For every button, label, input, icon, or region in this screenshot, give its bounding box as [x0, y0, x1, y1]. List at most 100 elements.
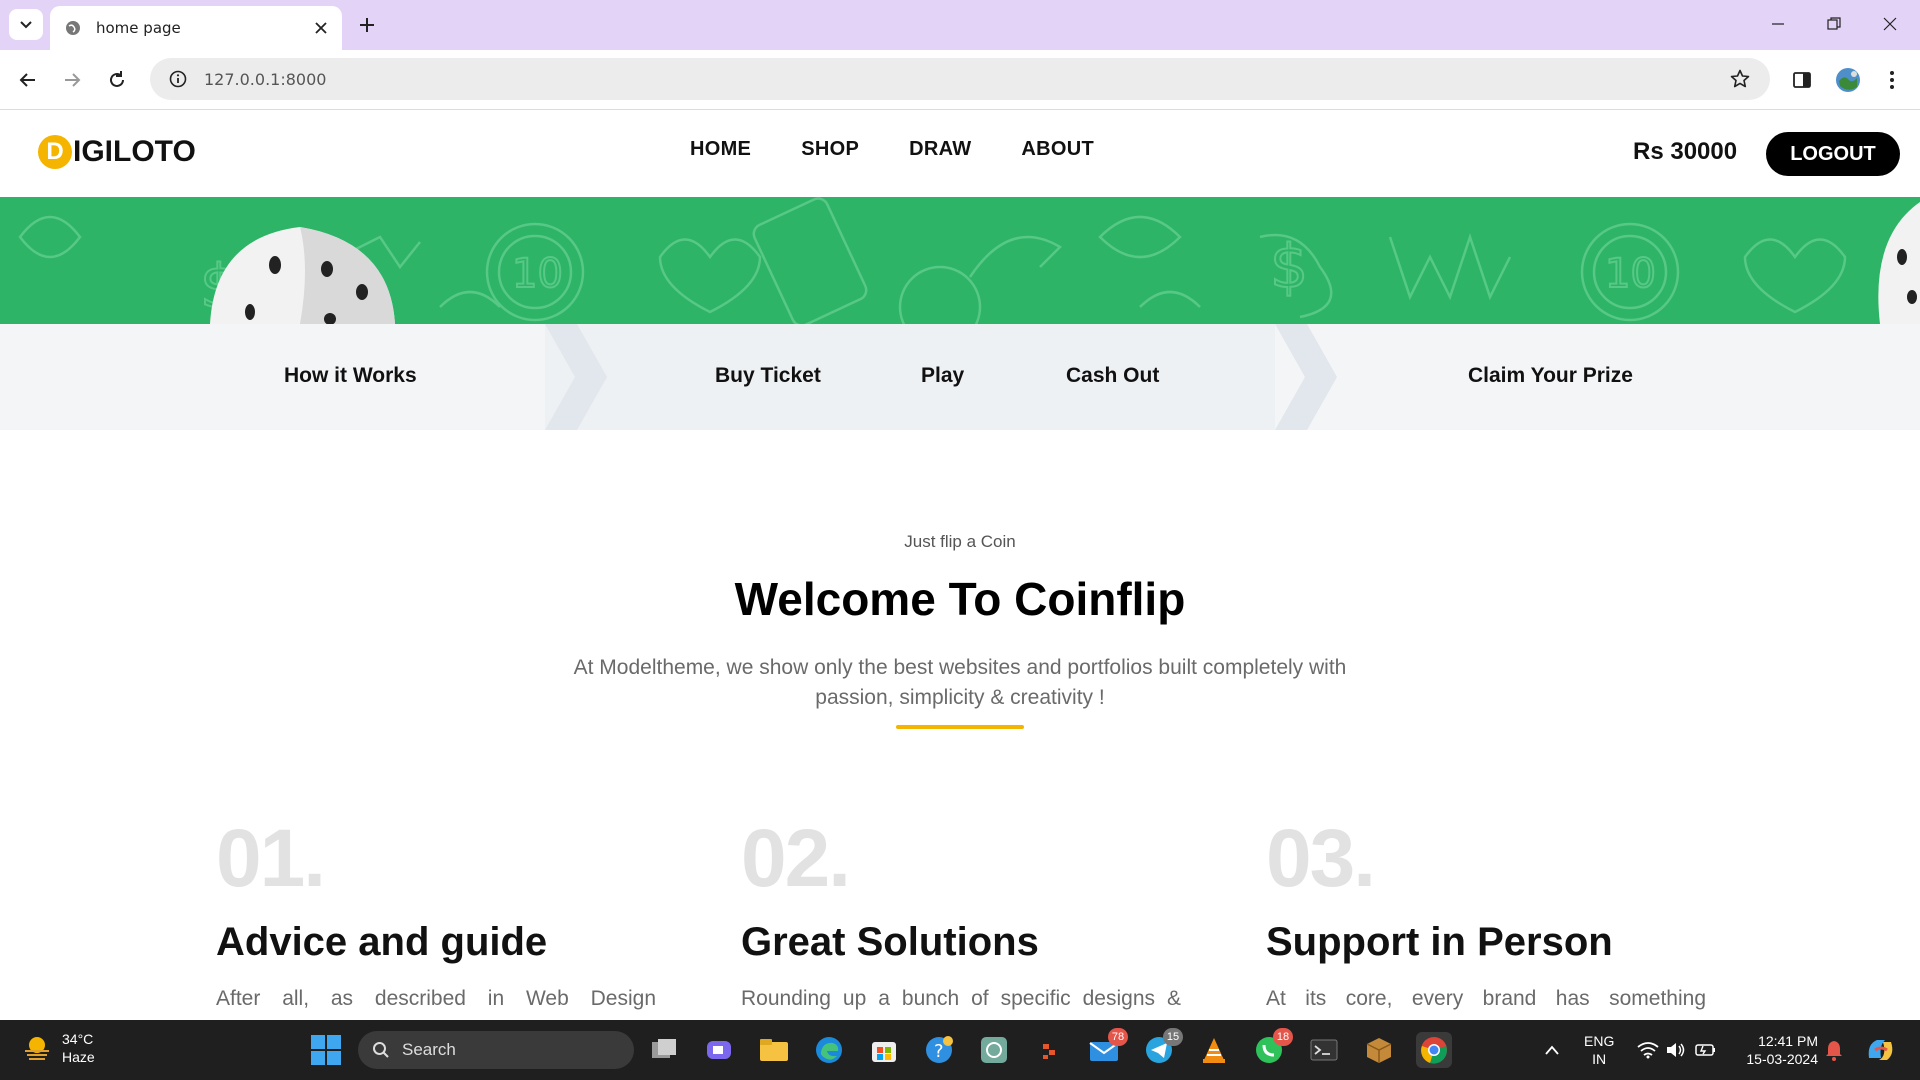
chevron-down-icon — [20, 20, 32, 28]
windows-logo-icon — [311, 1035, 341, 1065]
more-vertical-icon — [1890, 71, 1894, 89]
weather-widget[interactable]: 34°C Haze — [22, 1030, 95, 1066]
url-text[interactable]: 127.0.0.1:8000 — [204, 70, 1720, 89]
notification-bell-icon[interactable] — [1816, 1032, 1852, 1068]
clock-time: 12:41 PM — [1758, 1033, 1818, 1049]
restore-button[interactable] — [1814, 8, 1854, 40]
svg-text:$: $ — [1270, 232, 1308, 302]
microsoft-store-icon[interactable] — [866, 1032, 902, 1068]
side-panel-icon — [1793, 72, 1811, 88]
site-header: D IGILOTO HOME SHOP DRAW ABOUT Rs 30000 … — [0, 110, 1920, 197]
terminal-icon[interactable] — [1306, 1032, 1342, 1068]
telegram-icon[interactable]: 15 — [1141, 1028, 1183, 1068]
show-hidden-icons-button[interactable] — [1534, 1032, 1570, 1068]
back-button[interactable] — [12, 64, 44, 96]
restore-icon — [1827, 17, 1841, 30]
arrow-right-icon — [65, 73, 81, 87]
logo-coin: D — [38, 135, 72, 169]
copilot-icon[interactable] — [1862, 1032, 1898, 1068]
casino-pattern-illustration: 10 $ 10 $ — [18, 197, 1920, 324]
forward-button[interactable] — [56, 64, 88, 96]
minimize-button[interactable] — [1758, 8, 1798, 40]
chatgpt-icon[interactable] — [976, 1032, 1012, 1068]
dice-illustration — [210, 227, 395, 324]
avatar-icon — [1836, 68, 1860, 92]
close-icon — [1883, 17, 1897, 31]
tab-close-icon[interactable] — [308, 15, 334, 41]
reload-button[interactable] — [101, 64, 133, 96]
site-logo[interactable]: D IGILOTO — [38, 135, 196, 169]
taskbar-search[interactable]: Search — [358, 1031, 634, 1069]
nav-about[interactable]: ABOUT — [1021, 138, 1094, 161]
edge-browser-icon[interactable] — [811, 1032, 847, 1068]
page-title: Welcome To Coinflip — [734, 573, 1186, 625]
step-claim-prize: Claim Your Prize — [1468, 364, 1633, 387]
step-play: Play — [921, 364, 965, 387]
section-kicker: Just flip a Coin — [904, 532, 1016, 551]
feature-description: Rounding up a bunch of specific designs … — [741, 987, 1181, 1010]
logout-button[interactable]: LOGOUT — [1766, 132, 1900, 176]
svg-text:10: 10 — [512, 251, 563, 297]
arrow-left-icon — [19, 73, 35, 87]
mail-badge: 78 — [1108, 1028, 1128, 1046]
side-panel-button[interactable] — [1786, 64, 1818, 96]
weather-condition: Haze — [62, 1049, 95, 1065]
telegram-badge: 15 — [1163, 1028, 1183, 1046]
nav-shop[interactable]: SHOP — [801, 138, 859, 161]
feature-card: 02. Great Solutions Rounding up a bunch … — [741, 818, 1181, 1011]
nav-draw[interactable]: DRAW — [909, 138, 971, 161]
browser-toolbar: 127.0.0.1:8000 — [0, 50, 1920, 110]
task-view-icon[interactable] — [646, 1032, 682, 1068]
browser-tab-strip: home page — [0, 0, 1920, 50]
haze-sun-icon — [25, 1037, 49, 1060]
step-buy-ticket: Buy Ticket — [715, 364, 821, 387]
close-window-button[interactable] — [1870, 8, 1910, 40]
mail-icon[interactable]: 78 — [1086, 1028, 1128, 1068]
input-language[interactable]: ENG IN — [1584, 1032, 1614, 1068]
minimize-icon — [1772, 23, 1784, 25]
logo-text: IGILOTO — [73, 135, 196, 168]
nav-home[interactable]: HOME — [690, 138, 751, 161]
package-box-icon[interactable] — [1361, 1032, 1397, 1068]
wallet-balance: Rs 30000 — [1633, 138, 1738, 165]
svg-text:?: ? — [934, 1041, 944, 1062]
weather-temperature: 34°C — [62, 1031, 94, 1047]
battery-icon[interactable] — [1688, 1032, 1724, 1068]
hero-banner: 10 $ 10 $ — [0, 197, 1920, 324]
system-clock[interactable]: 12:41 PM 15-03-2024 — [1736, 1032, 1818, 1068]
address-bar[interactable]: 127.0.0.1:8000 — [150, 58, 1770, 100]
search-label: Search — [402, 1040, 456, 1059]
feature-card: 03. Support in Person At its core, every… — [1266, 818, 1706, 1011]
intro-paragraph: At Modeltheme, we show only the best web… — [573, 656, 1347, 709]
clock-date: 15-03-2024 — [1746, 1051, 1818, 1067]
feature-description: At its core, every brand has something — [1266, 987, 1706, 1010]
globe-icon — [64, 19, 82, 37]
file-explorer-icon[interactable] — [756, 1032, 792, 1068]
step-cash-out: Cash Out — [1066, 364, 1160, 387]
chrome-icon[interactable] — [1416, 1032, 1452, 1068]
feature-title: Support in Person — [1266, 920, 1613, 964]
plus-icon — [360, 18, 374, 32]
step-how-it-works: How it Works — [284, 364, 417, 387]
start-button[interactable] — [310, 1034, 342, 1066]
get-help-icon[interactable]: ? — [921, 1032, 957, 1068]
language-code: ENG — [1584, 1033, 1615, 1049]
browser-menu-button[interactable] — [1876, 64, 1908, 96]
profile-avatar[interactable] — [1832, 64, 1864, 96]
new-tab-button[interactable] — [352, 10, 382, 40]
whatsapp-badge: 18 — [1273, 1028, 1293, 1046]
feature-number: 02. — [741, 813, 851, 904]
whatsapp-icon[interactable]: 18 — [1251, 1028, 1293, 1068]
tab-search-button[interactable] — [9, 9, 43, 40]
feature-card: 01. Advice and guide After all, as descr… — [216, 818, 656, 1011]
vlc-icon[interactable] — [1196, 1032, 1232, 1068]
title-underline — [896, 725, 1024, 729]
browser-tab[interactable]: home page — [50, 6, 342, 50]
teams-meet-icon[interactable] — [701, 1032, 737, 1068]
feature-description: After all, as described in Web Design — [216, 987, 656, 1010]
bookmark-star-icon[interactable] — [1720, 59, 1760, 99]
tab-title: home page — [96, 19, 181, 37]
app-shortcut-icon[interactable] — [1031, 1032, 1067, 1068]
site-info-icon[interactable] — [158, 59, 198, 99]
svg-text:10: 10 — [1605, 251, 1656, 297]
